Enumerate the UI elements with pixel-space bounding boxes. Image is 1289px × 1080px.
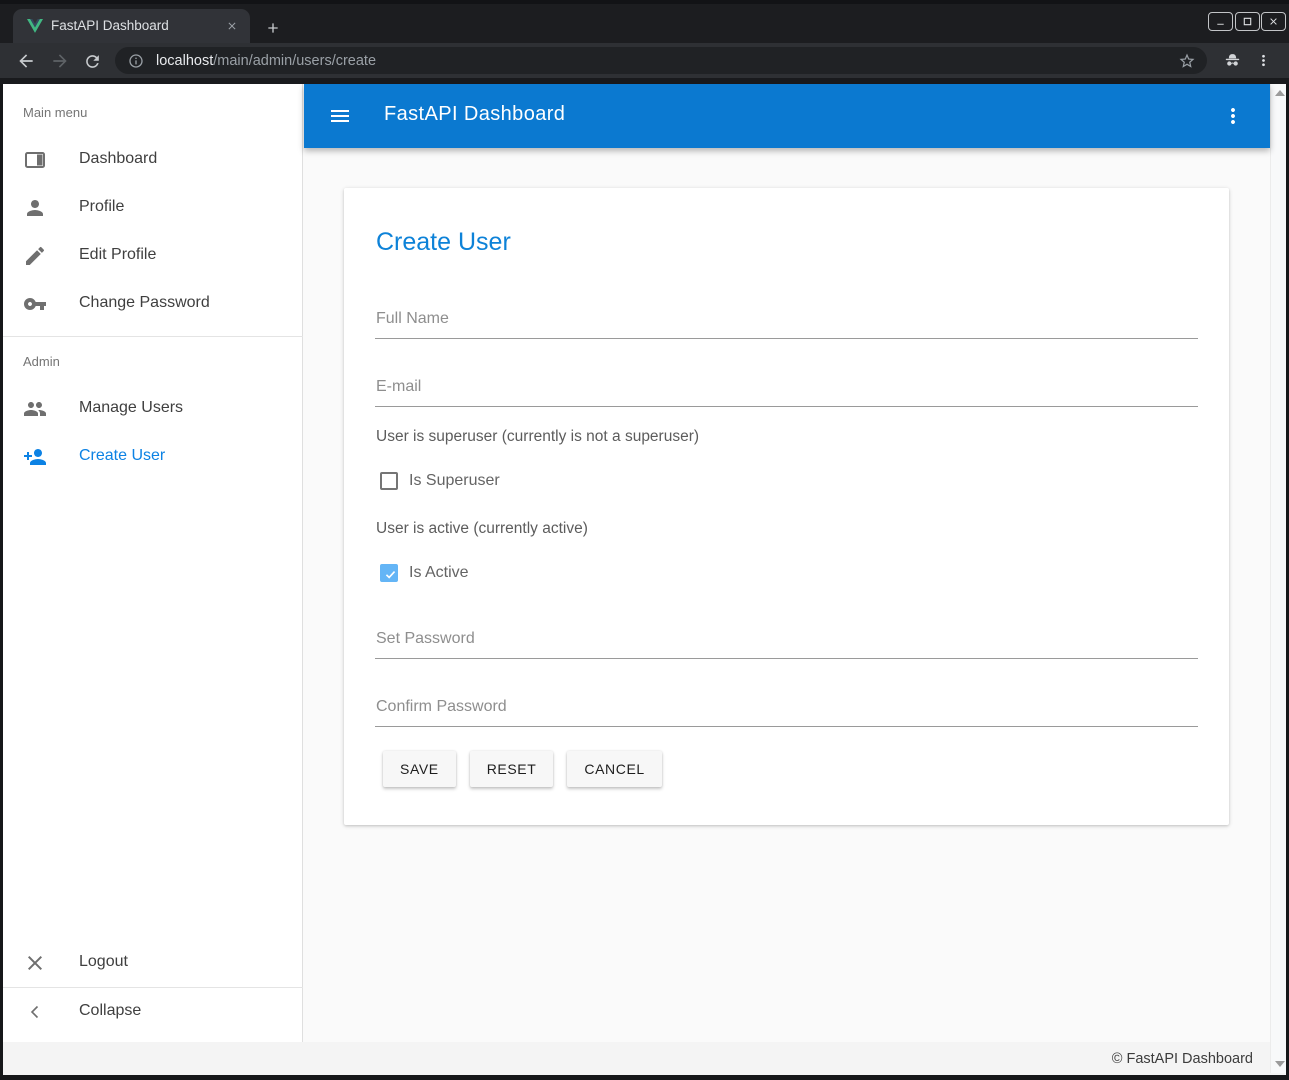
browser-tab[interactable]: FastAPI Dashboard [13, 9, 250, 43]
reset-button[interactable]: RESET [470, 751, 554, 787]
person-icon [23, 196, 47, 220]
people-icon [23, 397, 47, 421]
active-checkbox[interactable] [380, 564, 398, 582]
sidebar: Main menu Dashboard Profile Edit Profile… [3, 84, 303, 1042]
superuser-hint: User is superuser (currently is not a su… [376, 428, 699, 446]
page-scrollbar[interactable] [1270, 84, 1286, 1073]
email-field[interactable]: E-mail [376, 378, 421, 396]
back-icon[interactable] [14, 49, 38, 73]
sidebar-item-label: Create User [79, 447, 165, 465]
sidebar-item-label: Logout [79, 953, 128, 971]
superuser-checkbox[interactable] [380, 472, 398, 490]
confirm-password-field[interactable]: Confirm Password [376, 698, 507, 716]
browser-toolbar: localhost/main/admin/users/create [0, 43, 1289, 78]
sidebar-item-logout[interactable]: Logout [3, 939, 303, 987]
chevron-left-icon [23, 1000, 47, 1024]
vue-logo-icon [27, 18, 43, 34]
email-underline [375, 406, 1198, 407]
sidebar-item-manage-users[interactable]: Manage Users [3, 385, 303, 433]
url-path: /main/admin/users/create [213, 53, 376, 69]
footer: © FastAPI Dashboard [3, 1042, 1286, 1075]
bookmark-star-icon[interactable] [1178, 52, 1196, 70]
sidebar-section-admin: Admin [23, 354, 60, 369]
address-bar[interactable]: localhost/main/admin/users/create [115, 47, 1207, 74]
create-user-card: Create User Full Name E-mail User is sup… [344, 188, 1229, 825]
browser-menu-kebab-icon[interactable] [1253, 49, 1273, 71]
hamburger-menu-icon[interactable] [328, 104, 352, 128]
set-password-field[interactable]: Set Password [376, 630, 475, 648]
app-title: FastAPI Dashboard [384, 103, 565, 126]
page-viewport: Main menu Dashboard Profile Edit Profile… [3, 84, 1286, 1075]
sidebar-item-label: Profile [79, 198, 124, 216]
sidebar-item-profile[interactable]: Profile [3, 184, 303, 232]
page-info-icon[interactable] [128, 53, 144, 69]
scroll-up-icon[interactable] [1275, 90, 1285, 96]
url-host: localhost [156, 53, 213, 69]
button-row: SAVE RESET CANCEL [383, 751, 662, 787]
sidebar-item-label: Dashboard [79, 150, 157, 168]
full-name-field[interactable]: Full Name [376, 310, 449, 328]
reload-icon[interactable] [80, 49, 104, 73]
sidebar-item-label: Manage Users [79, 399, 183, 417]
person-add-icon [23, 445, 47, 469]
app-menu-kebab-icon[interactable] [1221, 104, 1245, 128]
key-icon [23, 292, 47, 316]
scroll-down-icon[interactable] [1275, 1061, 1285, 1067]
new-tab-icon[interactable] [262, 17, 284, 39]
app-bar: FastAPI Dashboard [304, 84, 1270, 148]
confirm-password-underline [375, 726, 1198, 727]
sidebar-section-main-menu: Main menu [23, 105, 87, 120]
page-title: Create User [376, 228, 511, 257]
browser-tabstrip: FastAPI Dashboard [0, 4, 1289, 43]
full-name-underline [375, 338, 1198, 339]
superuser-checkbox-label: Is Superuser [409, 472, 500, 490]
pencil-icon [23, 244, 47, 268]
sidebar-item-dashboard[interactable]: Dashboard [3, 136, 303, 184]
forward-icon[interactable] [48, 49, 72, 73]
dashboard-icon [23, 148, 47, 172]
url-text: localhost/main/admin/users/create [156, 53, 1178, 69]
sidebar-item-label: Collapse [79, 1002, 141, 1020]
sidebar-item-label: Edit Profile [79, 246, 156, 264]
sidebar-item-label: Change Password [79, 294, 210, 312]
window-minimize-button[interactable] [1208, 12, 1233, 31]
cancel-button[interactable]: CANCEL [567, 751, 661, 787]
close-x-icon [23, 951, 47, 975]
footer-copyright: © FastAPI Dashboard [1112, 1051, 1253, 1067]
window-maximize-button[interactable] [1235, 12, 1260, 31]
active-hint: User is active (currently active) [376, 520, 588, 538]
incognito-icon [1223, 51, 1242, 70]
tab-close-icon[interactable] [223, 17, 241, 35]
sidebar-item-change-password[interactable]: Change Password [3, 280, 303, 328]
window-close-button[interactable] [1261, 12, 1286, 31]
sidebar-item-create-user[interactable]: Create User [3, 433, 303, 481]
set-password-underline [375, 658, 1198, 659]
save-button[interactable]: SAVE [383, 751, 456, 787]
sidebar-item-edit-profile[interactable]: Edit Profile [3, 232, 303, 280]
tab-title: FastAPI Dashboard [51, 18, 169, 33]
sidebar-item-collapse[interactable]: Collapse [3, 988, 303, 1036]
active-checkbox-label: Is Active [409, 564, 469, 582]
sidebar-divider [3, 336, 303, 337]
